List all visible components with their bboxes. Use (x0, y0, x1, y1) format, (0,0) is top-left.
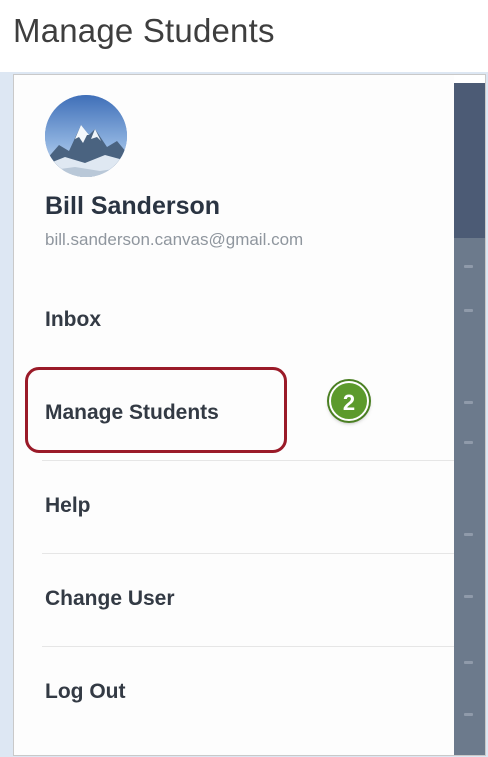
drawer-menu: Inbox Manage Students Help Change User L… (14, 275, 454, 740)
menu-item-change-user[interactable]: Change User (14, 554, 454, 647)
dimmed-content-backdrop[interactable] (454, 83, 485, 755)
step-badge: 2 (329, 381, 369, 421)
backdrop-text-fragment (464, 661, 473, 664)
highlight-annotation-box (25, 367, 287, 453)
backdrop-text-fragment (464, 533, 473, 536)
backdrop-text-fragment (464, 265, 473, 268)
menu-item-label: Inbox (45, 308, 101, 331)
menu-item-label: Change User (45, 587, 175, 610)
user-name: Bill Sanderson (45, 192, 221, 220)
backdrop-header (454, 83, 485, 238)
backdrop-text-fragment (464, 713, 473, 716)
backdrop-text-fragment (464, 441, 473, 444)
menu-item-log-out[interactable]: Log Out (14, 647, 454, 740)
backdrop-text-fragment (464, 309, 473, 312)
navigation-drawer: Bill Sanderson bill.sanderson.canvas@gma… (14, 75, 454, 755)
menu-item-help[interactable]: Help (14, 461, 454, 554)
mountain-avatar-icon[interactable] (45, 95, 127, 177)
page-heading: Manage Students (13, 12, 275, 49)
menu-item-label: Log Out (45, 680, 126, 703)
menu-item-inbox[interactable]: Inbox (14, 275, 454, 368)
user-email: bill.sanderson.canvas@gmail.com (45, 230, 304, 249)
app-screenshot-frame: Bill Sanderson bill.sanderson.canvas@gma… (13, 74, 486, 756)
menu-item-label: Help (45, 494, 91, 517)
backdrop-text-fragment (464, 401, 473, 404)
backdrop-text-fragment (464, 595, 473, 598)
